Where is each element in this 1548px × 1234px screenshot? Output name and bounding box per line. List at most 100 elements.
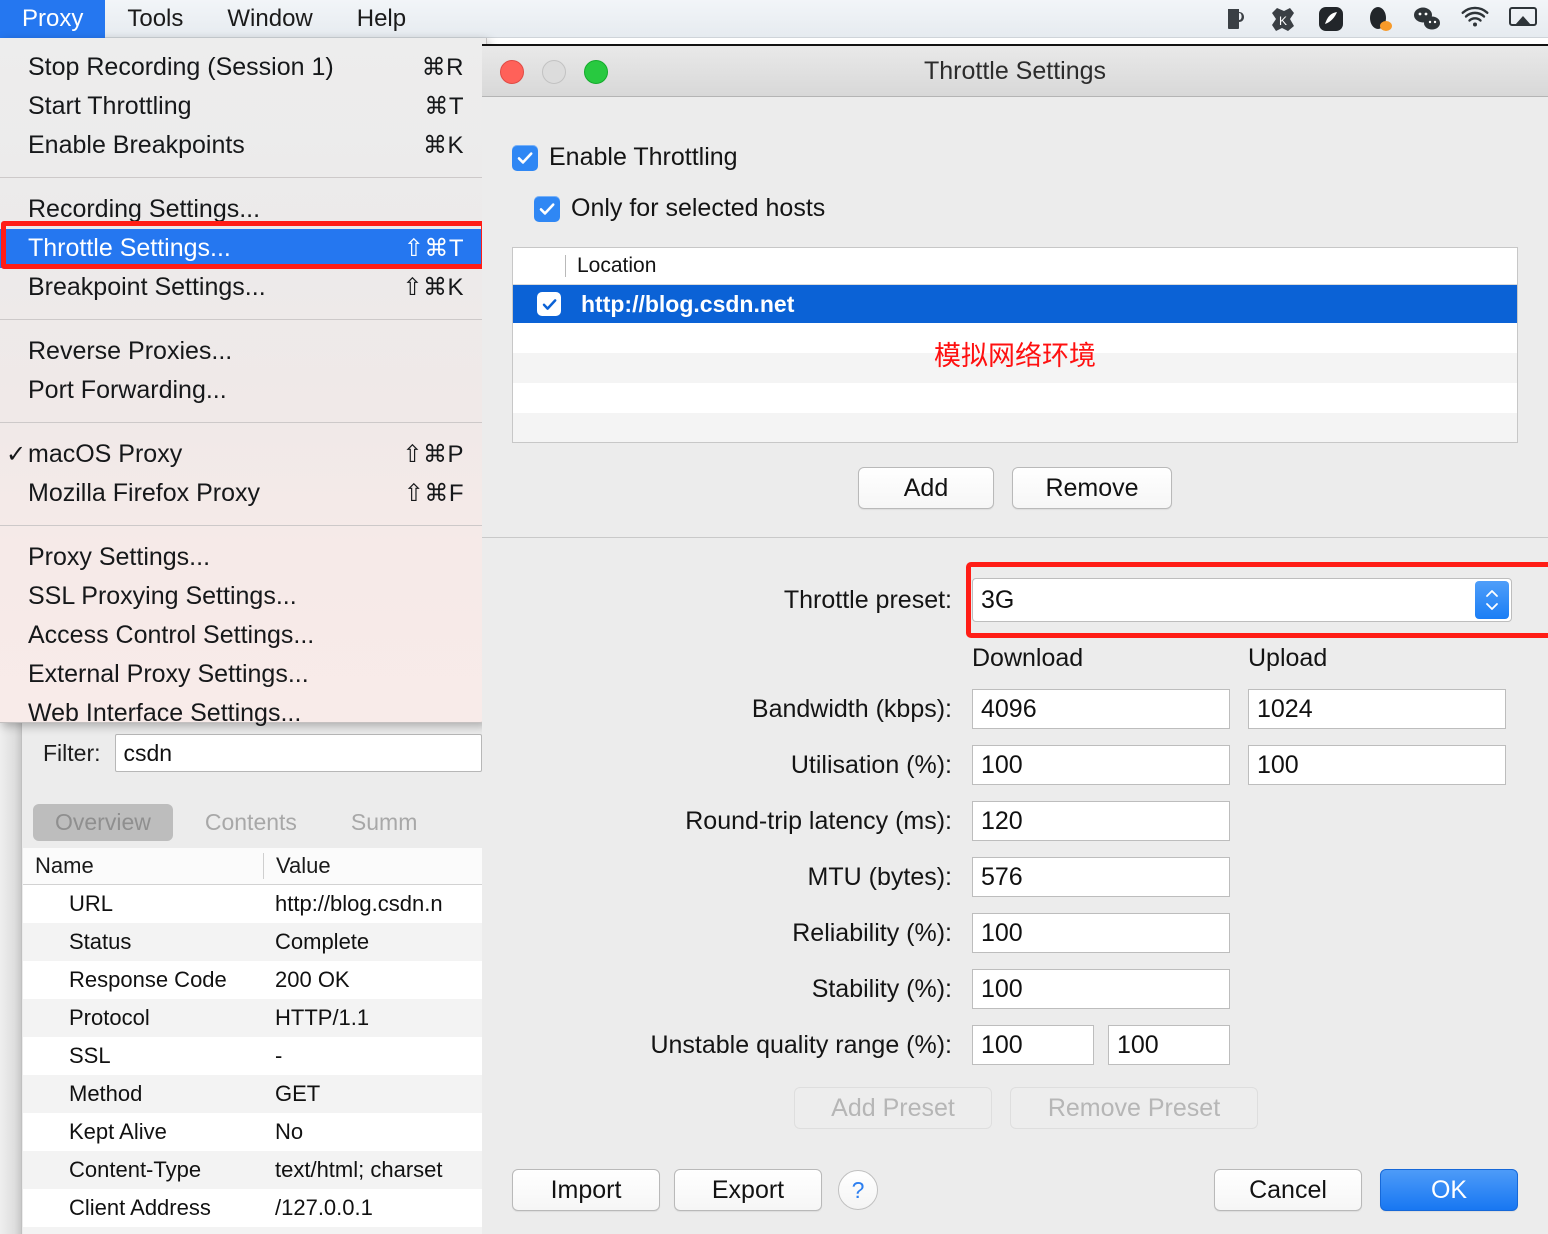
download-upload-headers: Download Upload: [512, 644, 1518, 673]
table-cell-name: URL: [69, 891, 114, 916]
menu-item[interactable]: Enable Breakpoints ⌘K: [0, 126, 486, 165]
minimize-icon[interactable]: [542, 60, 566, 84]
row-checkbox-checked-icon[interactable]: [537, 292, 561, 316]
menu-item[interactable]: Web Interface Settings...: [0, 694, 486, 733]
menubar-item-proxy[interactable]: Proxy: [0, 0, 106, 38]
checkbox-checked-icon[interactable]: [534, 195, 560, 222]
stepper-updown-icon[interactable]: [1475, 581, 1509, 619]
table-row[interactable]: Content-Type text/html; charset: [23, 1151, 482, 1189]
table-row[interactable]: Protocol HTTP/1.1: [23, 999, 482, 1037]
table-row[interactable]: SSL -: [23, 1037, 482, 1075]
table-row[interactable]: Method GET: [23, 1075, 482, 1113]
menubar-item-help[interactable]: Help: [335, 0, 428, 38]
menu-item[interactable]: SSL Proxying Settings...: [0, 577, 486, 616]
export-button[interactable]: Export: [674, 1169, 822, 1211]
throttle-field-row: Stability (%): 100: [512, 969, 1518, 1009]
throttle-preset-select[interactable]: 3G: [972, 578, 1512, 622]
menu-item[interactable]: Recording Settings...: [0, 190, 486, 229]
remove-button[interactable]: Remove: [1012, 467, 1172, 509]
column-header-location[interactable]: Location: [577, 254, 656, 278]
menu-separator: [0, 319, 486, 320]
ok-button[interactable]: OK: [1380, 1169, 1518, 1211]
host-list-header: Location: [513, 248, 1517, 285]
import-button[interactable]: Import: [512, 1169, 660, 1211]
unstable-range-from-input[interactable]: 100: [972, 1025, 1094, 1065]
dialog-titlebar: Throttle Settings: [482, 46, 1548, 97]
wechat-icon[interactable]: [1412, 4, 1442, 34]
table-cell-name: Content-Type: [69, 1157, 202, 1182]
proxy-menu-items: Stop Recording (Session 1) ⌘R Start Thrott…: [0, 48, 486, 733]
add-button[interactable]: Add: [858, 467, 994, 509]
airplay-icon[interactable]: [1508, 4, 1538, 34]
field-download-input[interactable]: 4096: [972, 689, 1230, 729]
table-row[interactable]: URL http://blog.csdn.n: [23, 885, 482, 923]
table-cell-name: Protocol: [69, 1005, 150, 1030]
filter-input[interactable]: csdn: [114, 734, 482, 772]
menu-item[interactable]: Breakpoint Settings... ⇧⌘K: [0, 268, 486, 307]
host-location-list[interactable]: Location http://blog.csdn.net 模拟网络环境: [512, 247, 1518, 443]
menu-item[interactable]: Proxy Settings...: [0, 538, 486, 577]
add-preset-button[interactable]: Add Preset: [794, 1087, 992, 1129]
menu-item[interactable]: ✓ macOS Proxy ⇧⌘P: [0, 435, 486, 474]
qq-penguin-icon[interactable]: [1364, 4, 1394, 34]
menu-item-label: Stop Recording (Session 1): [28, 53, 334, 81]
field-download-input[interactable]: 100: [972, 969, 1230, 1009]
filter-label: Filter:: [43, 739, 101, 766]
menu-item[interactable]: External Proxy Settings...: [0, 655, 486, 694]
menubar-item-tools[interactable]: Tools: [105, 0, 205, 38]
help-icon[interactable]: ?: [838, 1170, 878, 1210]
menubar-item-window[interactable]: Window: [205, 0, 334, 38]
menu-item[interactable]: Throttle Settings... ⇧⌘T: [0, 229, 486, 268]
menu-item[interactable]: Stop Recording (Session 1) ⌘R: [0, 48, 486, 87]
remove-preset-button[interactable]: Remove Preset: [1010, 1087, 1258, 1129]
field-upload-input[interactable]: 100: [1248, 745, 1506, 785]
field-label: Stability (%):: [811, 974, 952, 1003]
table-row[interactable]: Response Code 200 OK: [23, 961, 482, 999]
cancel-button[interactable]: Cancel: [1214, 1169, 1362, 1211]
field-download-input[interactable]: 576: [972, 857, 1230, 897]
menu-item-label: Start Throttling: [28, 92, 192, 120]
throttle-field-row: MTU (bytes): 576: [512, 857, 1518, 897]
table-row[interactable]: Status Complete: [23, 923, 482, 961]
column-header-name[interactable]: Name: [23, 853, 263, 879]
tab-contents[interactable]: Contents: [183, 804, 319, 841]
menu-item[interactable]: Access Control Settings...: [0, 616, 486, 655]
wifi-icon[interactable]: [1460, 4, 1490, 34]
menu-item[interactable]: Reverse Proxies...: [0, 332, 486, 371]
menu-item-shortcut: ⇧⌘P: [402, 441, 464, 468]
field-label: Round-trip latency (ms):: [685, 806, 952, 835]
menu-item-label: Proxy Settings...: [28, 543, 211, 571]
menu-separator: [0, 177, 486, 178]
menu-item[interactable]: Start Throttling ⌘T: [0, 87, 486, 126]
field-download-input[interactable]: 100: [972, 913, 1230, 953]
menu-item-label: Reverse Proxies...: [28, 337, 233, 365]
unstable-range-to-input[interactable]: 100: [1108, 1025, 1230, 1065]
enable-throttling-row[interactable]: Enable Throttling: [512, 143, 1518, 172]
host-list-row[interactable]: http://blog.csdn.net: [513, 285, 1517, 323]
menu-item[interactable]: Port Forwarding...: [0, 371, 486, 410]
tab-overview[interactable]: Overview: [33, 803, 173, 841]
field-download-input[interactable]: 120: [972, 801, 1230, 841]
menu-item[interactable]: Mozilla Firefox Proxy ⇧⌘F: [0, 474, 486, 513]
tab-summary[interactable]: Summ: [329, 804, 439, 841]
table-row[interactable]: Kept Alive No: [23, 1113, 482, 1151]
zoom-icon[interactable]: [584, 60, 608, 84]
table-row[interactable]: Client Address/127.0.0.1: [23, 1189, 482, 1227]
field-download-input[interactable]: 100: [972, 745, 1230, 785]
note-icon[interactable]: [1316, 4, 1346, 34]
kaspersky-icon[interactable]: K: [1268, 4, 1298, 34]
checkbox-checked-icon[interactable]: [512, 144, 538, 171]
throttle-preset-row: Throttle preset: 3G: [512, 562, 1548, 638]
table-cell-name: SSL: [69, 1043, 111, 1068]
field-upload-input[interactable]: 1024: [1248, 689, 1506, 729]
header-divider: [565, 255, 566, 277]
table-row[interactable]: Remote Addressblog.csdn.net/60: [23, 1227, 482, 1234]
only-selected-hosts-row[interactable]: Only for selected hosts: [534, 194, 1518, 223]
field-label: Utilisation (%):: [790, 750, 952, 779]
charles-jug-icon[interactable]: [1220, 4, 1250, 34]
menubar-label-help: Help: [356, 4, 407, 32]
column-header-value[interactable]: Value: [263, 853, 482, 879]
svg-text:K: K: [1279, 14, 1287, 28]
close-icon[interactable]: [500, 60, 524, 84]
detail-tabs: Overview Contents Summ: [23, 798, 482, 846]
